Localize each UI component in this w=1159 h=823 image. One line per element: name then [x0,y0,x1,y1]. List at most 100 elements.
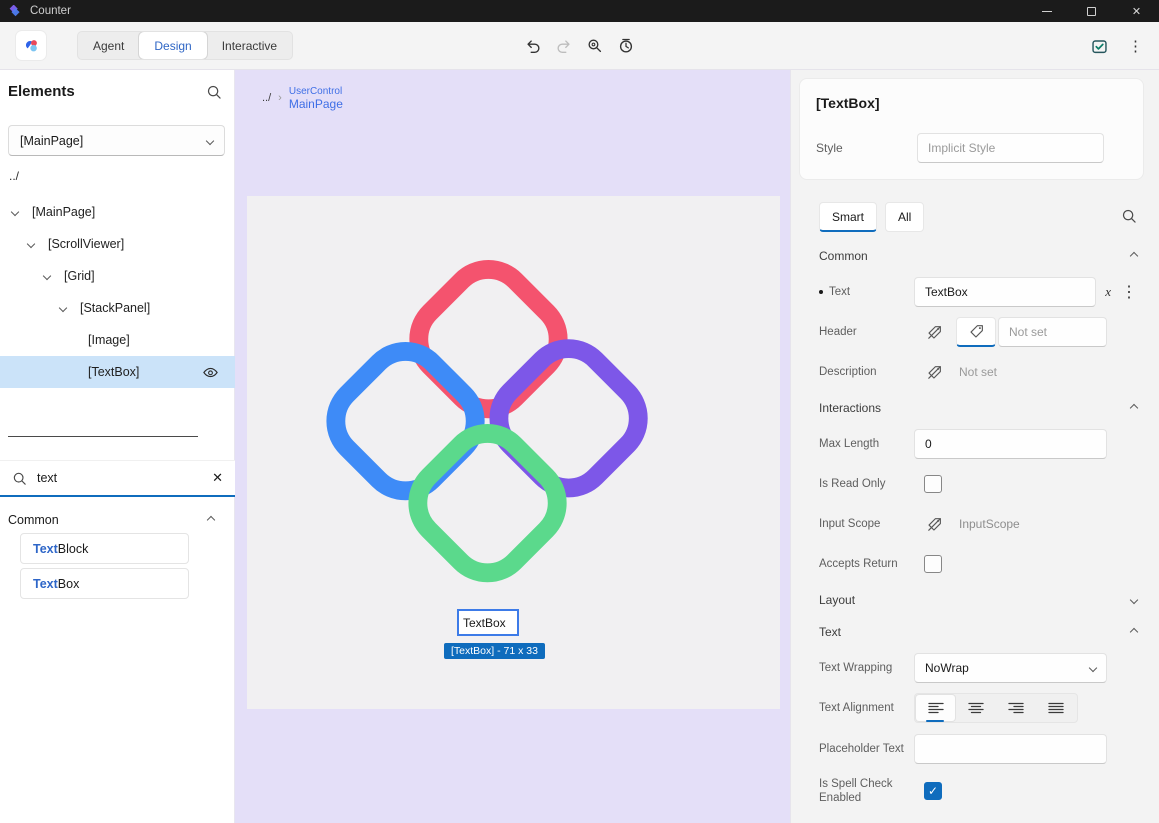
tag-slash-icon [926,516,943,533]
tab-interactive[interactable]: Interactive [207,32,292,59]
align-center-button[interactable] [956,695,995,721]
property-row-spellcheck: Is Spell Check Enabled ✓ [819,770,1137,812]
redo-button[interactable] [555,37,573,55]
align-right-button[interactable] [996,695,1035,721]
canvas-breadcrumb: ../ › UserControl MainPage [262,86,343,111]
inputscope-notset-button[interactable] [926,516,943,533]
text-wrapping-dropdown[interactable]: NoWrap [914,653,1107,683]
tree-item-textbox[interactable]: [TextBox] [0,356,235,388]
properties-list: Common Text x ⋮ Header [791,240,1159,812]
header-value-toggle[interactable] [956,317,996,347]
breadcrumb-separator: › [278,92,282,104]
close-button[interactable]: ✕ [1114,0,1159,22]
tree-item-label: [Image] [88,333,130,347]
description-notset-button[interactable] [926,364,943,381]
tree-item-label: [ScrollViewer] [48,237,124,251]
style-label: Style [816,141,843,155]
tab-agent[interactable]: Agent [78,32,139,59]
chevron-down-icon[interactable] [43,272,51,280]
tab-design[interactable]: Design [139,32,206,59]
result-item-textblock[interactable]: TextBlock [20,533,189,564]
window-title: Counter [30,5,71,17]
align-left-button[interactable] [916,695,955,721]
property-row-header: Header [819,312,1137,352]
breadcrumb-root[interactable]: ../ [262,92,271,104]
undo-button[interactable] [524,37,542,55]
tree-item-image[interactable]: [Image] [0,324,235,356]
property-label: Text Alignment [819,701,914,715]
visibility-toggle[interactable] [202,364,219,381]
artboard[interactable]: TextBox [TextBox] - 71 x 33 [247,196,780,709]
tasks-button[interactable] [1090,37,1109,56]
section-common[interactable]: Common [819,240,1137,272]
chevron-up-icon[interactable] [207,516,215,524]
chevron-down-icon [206,136,214,144]
mode-tabs: Agent Design Interactive [77,31,293,60]
elements-search-button[interactable] [206,84,222,100]
tree-item-label: [TextBox] [88,365,139,379]
spell-check-checkbox[interactable]: ✓ [924,782,942,800]
property-row-maxlength: Max Length [819,424,1137,464]
property-label: Placeholder Text [819,742,914,756]
section-layout[interactable]: Layout [819,584,1137,616]
section-interactions[interactable]: Interactions [819,392,1137,424]
history-icon [617,37,635,55]
input-scope-value: InputScope [959,517,1020,531]
chevron-down-icon[interactable] [11,208,19,216]
kebab-icon[interactable]: ⋮ [1121,282,1137,302]
history-button[interactable] [617,37,635,55]
property-row-description: Description Not set [819,352,1137,392]
design-canvas[interactable]: ../ › UserControl MainPage TextBox [Text… [235,70,790,823]
max-length-input[interactable] [914,429,1107,459]
property-row-textalignment: Text Alignment [819,688,1137,728]
element-tree: [MainPage] [ScrollViewer] [Grid] [StackP… [0,196,235,388]
style-input[interactable] [917,133,1104,163]
text-value-input[interactable] [914,277,1096,307]
dropdown-value: NoWrap [925,661,969,675]
is-read-only-checkbox[interactable] [924,475,942,493]
section-text[interactable]: Text [819,616,1137,648]
app-logo-icon [8,5,21,18]
property-label: Input Scope [819,517,914,531]
element-search-input[interactable] [37,471,212,485]
canvas-textbox-element[interactable]: TextBox [457,609,519,636]
header-notset-toggle[interactable] [914,317,954,347]
tree-item-grid[interactable]: [Grid] [0,260,235,292]
panel-splitter[interactable] [8,436,198,437]
minimize-button[interactable] [1024,0,1069,22]
header-input[interactable] [998,317,1107,347]
property-row-inputscope: Input Scope InputScope [819,504,1137,544]
tab-smart[interactable]: Smart [819,202,877,232]
property-label: Text Wrapping [819,661,914,675]
properties-search-button[interactable] [1121,208,1137,224]
accepts-return-checkbox[interactable] [924,555,942,573]
inspect-button[interactable] [586,37,604,55]
align-justify-button[interactable] [1036,695,1075,721]
tree-root-path[interactable]: ../ [9,169,19,183]
eye-icon [202,364,219,381]
tree-item-mainpage[interactable]: [MainPage] [0,196,235,228]
redo-icon [555,37,573,55]
properties-tabs: Smart All [819,202,924,232]
app-icon[interactable] [16,31,46,60]
result-item-textbox[interactable]: TextBox [20,568,189,599]
placeholder-text-input[interactable] [914,734,1107,764]
tree-item-label: [StackPanel] [80,301,150,315]
chevron-down-icon[interactable] [27,240,35,248]
more-options-button[interactable]: ⋮ [1128,37,1143,55]
scope-dropdown[interactable]: [MainPage] [8,125,225,156]
titlebar: Counter ✕ [0,0,1159,22]
tree-item-scrollviewer[interactable]: [ScrollViewer] [0,228,235,260]
breadcrumb-name: MainPage [289,98,343,112]
tab-all[interactable]: All [885,202,924,232]
property-label: Description [819,365,914,379]
breadcrumb-current[interactable]: UserControl MainPage [289,86,343,111]
clear-search-button[interactable]: ✕ [212,470,223,486]
binding-icon[interactable]: x [1105,284,1111,300]
tree-item-label: [Grid] [64,269,95,283]
elements-title: Elements [8,83,75,100]
section-label: Common [819,249,868,263]
maximize-button[interactable] [1069,0,1114,22]
chevron-down-icon[interactable] [59,304,67,312]
tree-item-stackpanel[interactable]: [StackPanel] [0,292,235,324]
